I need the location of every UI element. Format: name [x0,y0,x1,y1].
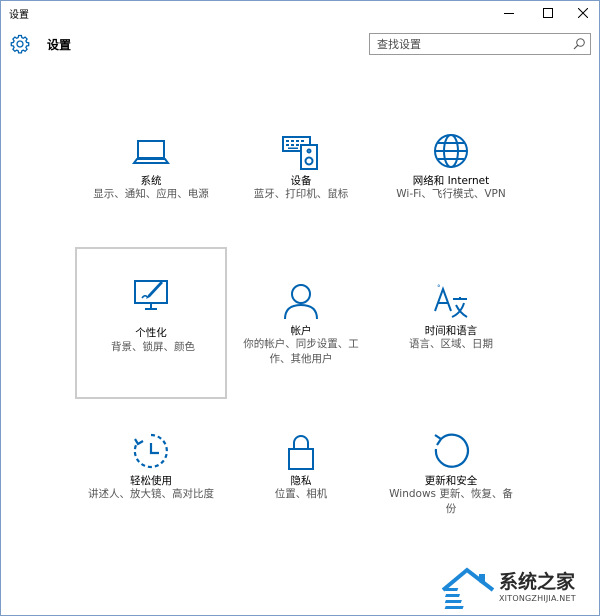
tile-description: 蓝牙、打印机、鼠标 [253,188,349,200]
tile-network[interactable]: 网络和 Internet Wi-Fi、飞行模式、VPN [376,121,526,271]
tile-description: Windows 更新、恢复、备份 [389,488,513,515]
tile-title: 网络和 Internet [412,175,490,187]
tile-update-security[interactable]: 更新和安全 Windows 更新、恢复、备份 [376,421,526,571]
maximize-button[interactable] [530,1,566,25]
page-title: 设置 [47,38,72,52]
person-icon [284,284,318,320]
close-button[interactable] [565,1,600,25]
tile-accounts[interactable]: 帐户 你的帐户、同步设置、工作、其他用户 [226,271,376,421]
tile-personalization[interactable]: 个性化 背景、锁屏、颜色 [75,247,227,399]
tile-title: 系统 [140,175,162,187]
ease-of-access-icon [133,433,168,469]
window-title: 设置 [9,10,29,21]
update-icon [434,433,469,468]
tile-description: 显示、通知、应用、电源 [93,188,209,200]
tile-title: 时间和语言 [424,325,478,337]
search-input[interactable] [370,34,566,54]
time-language-icon: ° [434,284,468,318]
minimize-button[interactable] [491,1,527,25]
tile-title: 帐户 [290,325,312,337]
svg-text:°: ° [437,284,441,292]
house-logo-icon [441,567,495,609]
globe-icon [434,134,468,168]
tile-title: 设备 [290,175,312,187]
settings-header: 设置 [1,29,599,61]
search-icon[interactable] [573,37,586,50]
tile-description: 讲述人、放大镜、高对比度 [88,488,214,500]
tile-title: 轻松使用 [130,475,172,487]
tile-privacy[interactable]: 隐私 位置、相机 [226,421,376,571]
close-icon [578,8,588,18]
tile-time-language[interactable]: ° 时间和语言 语言、区域、日期 [376,271,526,421]
gear-icon [10,34,30,54]
personalization-icon [134,280,168,310]
maximize-icon [543,8,553,18]
watermark-logo: 系统之家 XITONGZHIJIA.NET [439,564,597,614]
tile-description: 位置、相机 [274,488,328,500]
tile-description: 语言、区域、日期 [409,338,493,350]
settings-window: 设置 设置 查找设置 系统 显示、通知、应用、电源 设备 蓝牙、打印机、鼠标 网… [0,0,600,616]
tile-title: 个性化 [135,327,167,339]
tile-ease-of-access[interactable]: 轻松使用 讲述人、放大镜、高对比度 [76,421,226,571]
lock-icon [288,435,314,470]
devices-icon [282,136,318,170]
watermark-text: 系统之家 [499,571,576,593]
minimize-icon [504,13,514,14]
search-box[interactable] [369,33,591,55]
tile-description: 你的帐户、同步设置、工作、其他用户 [243,338,359,365]
title-bar[interactable]: 设置 [1,1,599,25]
tile-devices[interactable]: 设备 蓝牙、打印机、鼠标 [226,121,376,271]
tile-title: 隐私 [290,475,312,487]
watermark-url: XITONGZHIJIA.NET [499,594,576,603]
tile-title: 更新和安全 [424,475,478,487]
laptop-icon [132,140,170,164]
tile-description: 背景、锁屏、颜色 [111,341,195,353]
tile-description: Wi-Fi、飞行模式、VPN [396,188,506,200]
